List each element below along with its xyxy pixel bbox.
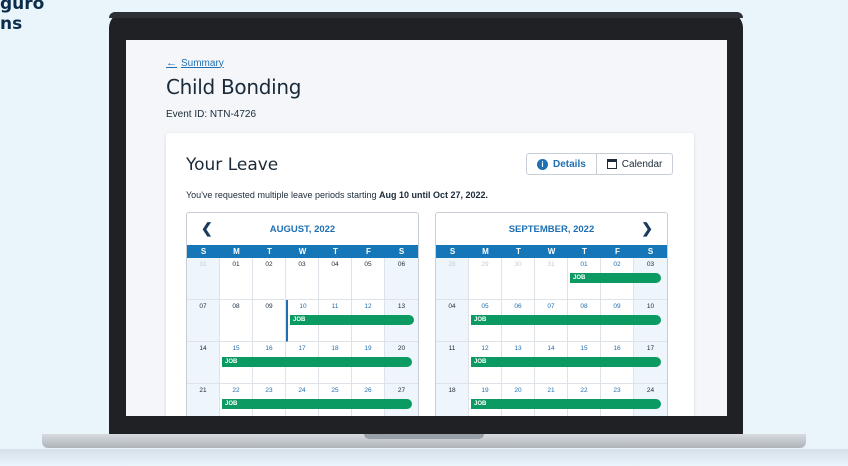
leave-bar[interactable]: JOB bbox=[471, 399, 661, 409]
calendar-header: SEPTEMBER, 2022 ❯ bbox=[436, 213, 667, 245]
weekday-label: T bbox=[582, 247, 587, 256]
calendar-day[interactable]: 28 bbox=[436, 258, 469, 300]
calendar-day[interactable]: 15 JOB bbox=[220, 342, 412, 384]
calendar-grid: 31 01 02 03 04 05 06 07 08 09 10 JOB 11 12 13 14 15 JOB 16… bbox=[187, 258, 418, 416]
month-label: SEPTEMBER, 2022 bbox=[508, 223, 595, 235]
calendar-august: ❮ AUGUST, 2022 SMTWTFS 31 01 02 03 04 05 06 07 0… bbox=[186, 212, 419, 416]
calendar-day[interactable]: 31 bbox=[187, 258, 220, 300]
info-icon: i bbox=[537, 158, 548, 170]
laptop-notch bbox=[364, 434, 484, 439]
arrow-left-icon: ← bbox=[166, 57, 177, 69]
calendar-day[interactable]: 03 bbox=[286, 258, 319, 300]
calendar-day[interactable]: 02 bbox=[253, 258, 286, 300]
event-id: Event ID: NTN-4726 bbox=[166, 109, 257, 120]
leave-card: Your Leave i Details Calendar You've req… bbox=[166, 133, 694, 416]
calendar-day[interactable]: 12 JOB bbox=[469, 342, 661, 384]
weekday-label: S bbox=[647, 247, 654, 256]
chevron-right-icon[interactable]: ❯ bbox=[641, 220, 653, 237]
calendar-day[interactable]: 31 bbox=[535, 258, 568, 300]
calendar-day[interactable]: 07 bbox=[187, 300, 220, 342]
calendar-day[interactable]: 10 JOB bbox=[286, 300, 414, 342]
back-to-summary-link[interactable]: ← Summary bbox=[166, 57, 224, 69]
calendar-day[interactable]: 11 bbox=[436, 342, 469, 384]
calendar-day[interactable]: 21 bbox=[187, 384, 220, 416]
calendar-day[interactable]: 04 bbox=[436, 300, 469, 342]
weekday-label: F bbox=[615, 247, 620, 256]
summary-dates: Aug 10 until Oct 27, 2022. bbox=[379, 190, 489, 200]
tab-details[interactable]: i Details bbox=[527, 154, 597, 174]
screen: ← Summary Child Bonding Event ID: NTN-47… bbox=[126, 40, 727, 416]
weekday-header: SMTWTFS bbox=[436, 245, 667, 258]
leave-summary: You've requested multiple leave periods … bbox=[186, 190, 488, 200]
calendar-day[interactable]: 01 JOB bbox=[568, 258, 661, 300]
weekday-label: F bbox=[366, 247, 371, 256]
weekday-label: S bbox=[398, 247, 405, 256]
tab-calendar[interactable]: Calendar bbox=[597, 154, 673, 174]
leave-bar[interactable]: JOB bbox=[222, 357, 412, 367]
month-label: AUGUST, 2022 bbox=[269, 223, 336, 235]
card-title: Your Leave bbox=[186, 155, 279, 175]
calendar-day[interactable]: 06 bbox=[385, 258, 418, 300]
calendar-day[interactable]: 08 bbox=[220, 300, 253, 342]
calendar-day[interactable]: 19 JOB bbox=[469, 384, 661, 416]
tab-calendar-label: Calendar bbox=[621, 158, 663, 170]
tab-details-label: Details bbox=[553, 158, 586, 170]
view-toggle: i Details Calendar bbox=[526, 153, 674, 175]
calendar-grid: 28 29 30 31 01 JOB 02 03 04 05 JOB 06 07 08 09 10 11 12 JO… bbox=[436, 258, 667, 416]
leave-bar[interactable]: JOB bbox=[290, 315, 414, 325]
calendar-day[interactable]: 05 JOB bbox=[469, 300, 661, 342]
calendar-day[interactable]: 30 bbox=[502, 258, 535, 300]
leave-bar[interactable]: JOB bbox=[570, 273, 661, 283]
calendar-day[interactable]: 01 bbox=[220, 258, 253, 300]
weekday-label: W bbox=[547, 247, 556, 256]
weekday-label: M bbox=[482, 247, 489, 256]
calendar-day[interactable]: 04 bbox=[319, 258, 352, 300]
back-link-label: Summary bbox=[181, 57, 224, 69]
calendar-september: SEPTEMBER, 2022 ❯ SMTWTFS 28 29 30 31 01 JOB 0… bbox=[435, 212, 668, 416]
calendar-day[interactable]: 14 bbox=[187, 342, 220, 384]
weekday-label: T bbox=[267, 247, 272, 256]
weekday-label: T bbox=[516, 247, 521, 256]
calendar-header: ❮ AUGUST, 2022 bbox=[187, 213, 418, 245]
laptop-shadow bbox=[0, 449, 848, 466]
chevron-left-icon[interactable]: ❮ bbox=[201, 220, 213, 237]
weekday-label: S bbox=[200, 247, 207, 256]
calendar-day[interactable]: 29 bbox=[469, 258, 502, 300]
weekday-header: SMTWTFS bbox=[187, 245, 418, 258]
leave-bar[interactable]: JOB bbox=[222, 399, 412, 409]
calendar-day[interactable]: 18 bbox=[436, 384, 469, 416]
weekday-label: S bbox=[449, 247, 456, 256]
weekday-label: W bbox=[298, 247, 307, 256]
calendar-day[interactable]: 09 bbox=[253, 300, 286, 342]
weekday-label: T bbox=[333, 247, 338, 256]
background-text-line-1: guro bbox=[0, 0, 45, 14]
leave-bar[interactable]: JOB bbox=[471, 315, 661, 325]
summary-text: You've requested multiple leave periods … bbox=[186, 190, 380, 200]
calendar-day[interactable]: 22 JOB bbox=[220, 384, 412, 416]
background-text-line-2: ns bbox=[0, 14, 23, 34]
page-title: Child Bonding bbox=[166, 75, 302, 99]
laptop-lid bbox=[109, 12, 743, 18]
calendar-icon bbox=[606, 159, 617, 169]
weekday-label: M bbox=[233, 247, 240, 256]
leave-bar[interactable]: JOB bbox=[471, 357, 661, 367]
calendar-day[interactable]: 05 bbox=[352, 258, 385, 300]
